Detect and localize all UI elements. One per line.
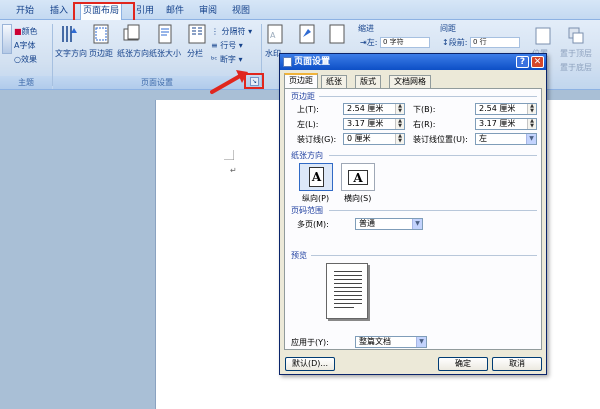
tab-margins[interactable]: 页边距 xyxy=(284,73,318,88)
orientation-icon xyxy=(123,24,140,41)
landscape-icon: A xyxy=(348,170,368,185)
bring-to-front-button[interactable]: 置于顶层 xyxy=(560,48,592,59)
default-button[interactable]: 默认(D)... xyxy=(285,357,335,371)
top-margin-label: 上(T): xyxy=(297,105,319,114)
margin-corner-mark xyxy=(224,150,234,160)
section-divider xyxy=(329,155,537,156)
landscape-option[interactable]: A xyxy=(341,163,375,191)
watermark-icon: A xyxy=(267,24,283,44)
gutter-position-label: 装订线位置(U): xyxy=(413,135,468,144)
dialog-panel: 页边距 上(T): 2.54 厘米 ▲ ▼ 下(B): 2.54 厘米 ▲ ▼ 左(L)… xyxy=(284,88,542,350)
svg-text:A: A xyxy=(270,31,276,40)
breaks-icon: ⋮ xyxy=(211,27,219,36)
portrait-icon: A xyxy=(309,167,324,187)
dialog-title-bar[interactable]: 页面设置 ? ✕ xyxy=(280,54,546,70)
tab-layout[interactable]: 版式 xyxy=(355,75,381,88)
indent-left-icon: ⇥ xyxy=(360,38,367,47)
tab-mailings[interactable]: 邮件 xyxy=(164,4,186,20)
columns-button[interactable]: 分栏 xyxy=(187,48,203,59)
multiple-pages-select[interactable]: 普通 ▼ xyxy=(355,218,423,230)
spacing-label: 间距 xyxy=(440,24,456,33)
paper-size-button[interactable]: 纸张大小 xyxy=(149,48,181,59)
tab-insert[interactable]: 插入 xyxy=(48,4,70,20)
paper-size-icon xyxy=(158,24,172,44)
portrait-label[interactable]: 纵向(P) xyxy=(302,193,329,204)
gutter-input[interactable]: 0 厘米 ▲ ▼ xyxy=(343,133,405,145)
margins-button[interactable]: 页边距 xyxy=(89,48,113,59)
line-numbers-button[interactable]: ≡ 行号 ▾ xyxy=(211,40,243,51)
indent-left-input[interactable]: 0 字符 xyxy=(380,37,430,48)
tab-review[interactable]: 审阅 xyxy=(197,4,219,20)
chevron-down-icon[interactable]: ▼ xyxy=(412,219,422,229)
tab-paper[interactable]: 纸张 xyxy=(321,75,347,88)
spacing-before-input[interactable]: 0 行 xyxy=(470,37,520,48)
hyphenation-icon: ᵇᶜ xyxy=(211,55,218,64)
section-divider xyxy=(329,210,537,211)
spinner-icon[interactable]: ▲ ▼ xyxy=(527,119,536,129)
left-margin-input[interactable]: 3.17 厘米 ▲ ▼ xyxy=(343,118,405,130)
themes-icon[interactable] xyxy=(2,24,12,54)
pages-section-title: 页码范围 xyxy=(291,206,323,215)
bottom-margin-label: 下(B): xyxy=(413,105,436,114)
group-label-themes: 主题 xyxy=(0,76,52,89)
tab-document-grid[interactable]: 文档网格 xyxy=(389,75,431,88)
top-margin-input[interactable]: 2.54 厘米 ▲ ▼ xyxy=(343,103,405,115)
paragraph-mark-icon: ↵ xyxy=(230,166,237,175)
help-button[interactable]: ? xyxy=(516,56,529,68)
orientation-section-title: 纸张方向 xyxy=(291,151,323,160)
ok-button[interactable]: 确定 xyxy=(438,357,488,371)
send-to-back-button[interactable]: 置于底层 xyxy=(560,62,592,73)
tab-home[interactable]: 开始 xyxy=(14,4,36,20)
right-margin-label: 右(R): xyxy=(413,120,436,129)
page-borders-icon[interactable] xyxy=(328,24,346,44)
theme-effects-button[interactable]: ○效果 xyxy=(14,54,37,65)
spinner-icon[interactable]: ▲ ▼ xyxy=(527,104,536,114)
text-direction-icon xyxy=(62,26,77,42)
preview-section-title: 预览 xyxy=(291,251,307,260)
breaks-button[interactable]: ⋮ 分隔符 ▾ xyxy=(211,26,252,37)
section-divider xyxy=(311,255,537,256)
indent-left-label: ⇥左: xyxy=(360,38,378,47)
margins-section-title: 页边距 xyxy=(291,92,315,101)
spinner-icon[interactable]: ▲ ▼ xyxy=(395,104,404,114)
page-setup-icon xyxy=(283,57,292,67)
spacing-before-icon: ↕ xyxy=(442,38,449,47)
apply-to-select[interactable]: 整篇文档 ▼ xyxy=(355,336,427,348)
page-setup-dialog: 页面设置 ? ✕ 页边距 纸张 版式 文档网格 页边距 上(T): 2.54 厘… xyxy=(279,53,547,375)
spinner-icon[interactable]: ▲ ▼ xyxy=(395,119,404,129)
right-margin-input[interactable]: 3.17 厘米 ▲ ▼ xyxy=(475,118,537,130)
multiple-pages-label: 多页(M): xyxy=(297,220,329,229)
close-button[interactable]: ✕ xyxy=(531,56,544,68)
spinner-icon[interactable]: ▲ ▼ xyxy=(395,134,404,144)
left-margin-label: 左(L): xyxy=(297,120,319,129)
page-color-icon[interactable] xyxy=(298,24,316,44)
orientation-button[interactable]: 纸张方向 xyxy=(117,48,149,59)
text-direction-button[interactable]: 文字方向 xyxy=(55,48,87,59)
red-arrow-icon xyxy=(210,70,248,94)
theme-fonts-button[interactable]: A字体 xyxy=(14,40,35,51)
section-divider xyxy=(319,96,537,97)
landscape-label[interactable]: 横向(S) xyxy=(344,193,371,204)
dialog-title: 页面设置 xyxy=(294,57,331,67)
spacing-before-label: ↕段前: xyxy=(442,38,468,47)
bring-front-icon xyxy=(568,27,584,44)
theme-colors-button[interactable]: ■颜色 xyxy=(14,26,38,37)
gutter-position-select[interactable]: 左 ▼ xyxy=(475,133,537,145)
preview-thumbnail xyxy=(326,263,368,319)
apply-to-label: 应用于(Y): xyxy=(291,338,329,347)
indent-label: 缩进 xyxy=(358,24,374,33)
gutter-label: 装订线(G): xyxy=(297,135,337,144)
line-numbers-icon: ≡ xyxy=(211,41,218,50)
cancel-button[interactable]: 取消 xyxy=(492,357,542,371)
tab-references[interactable]: 引用 xyxy=(134,4,156,20)
columns-icon xyxy=(188,24,206,44)
bottom-margin-input[interactable]: 2.54 厘米 ▲ ▼ xyxy=(475,103,537,115)
portrait-option[interactable]: A xyxy=(299,163,333,191)
chevron-down-icon[interactable]: ▼ xyxy=(416,337,426,347)
position-icon xyxy=(535,27,551,45)
margins-icon xyxy=(93,24,109,44)
chevron-down-icon[interactable]: ▼ xyxy=(526,134,536,144)
hyphenation-button[interactable]: ᵇᶜ 断字 ▾ xyxy=(211,54,243,65)
tab-view[interactable]: 视图 xyxy=(230,4,252,20)
